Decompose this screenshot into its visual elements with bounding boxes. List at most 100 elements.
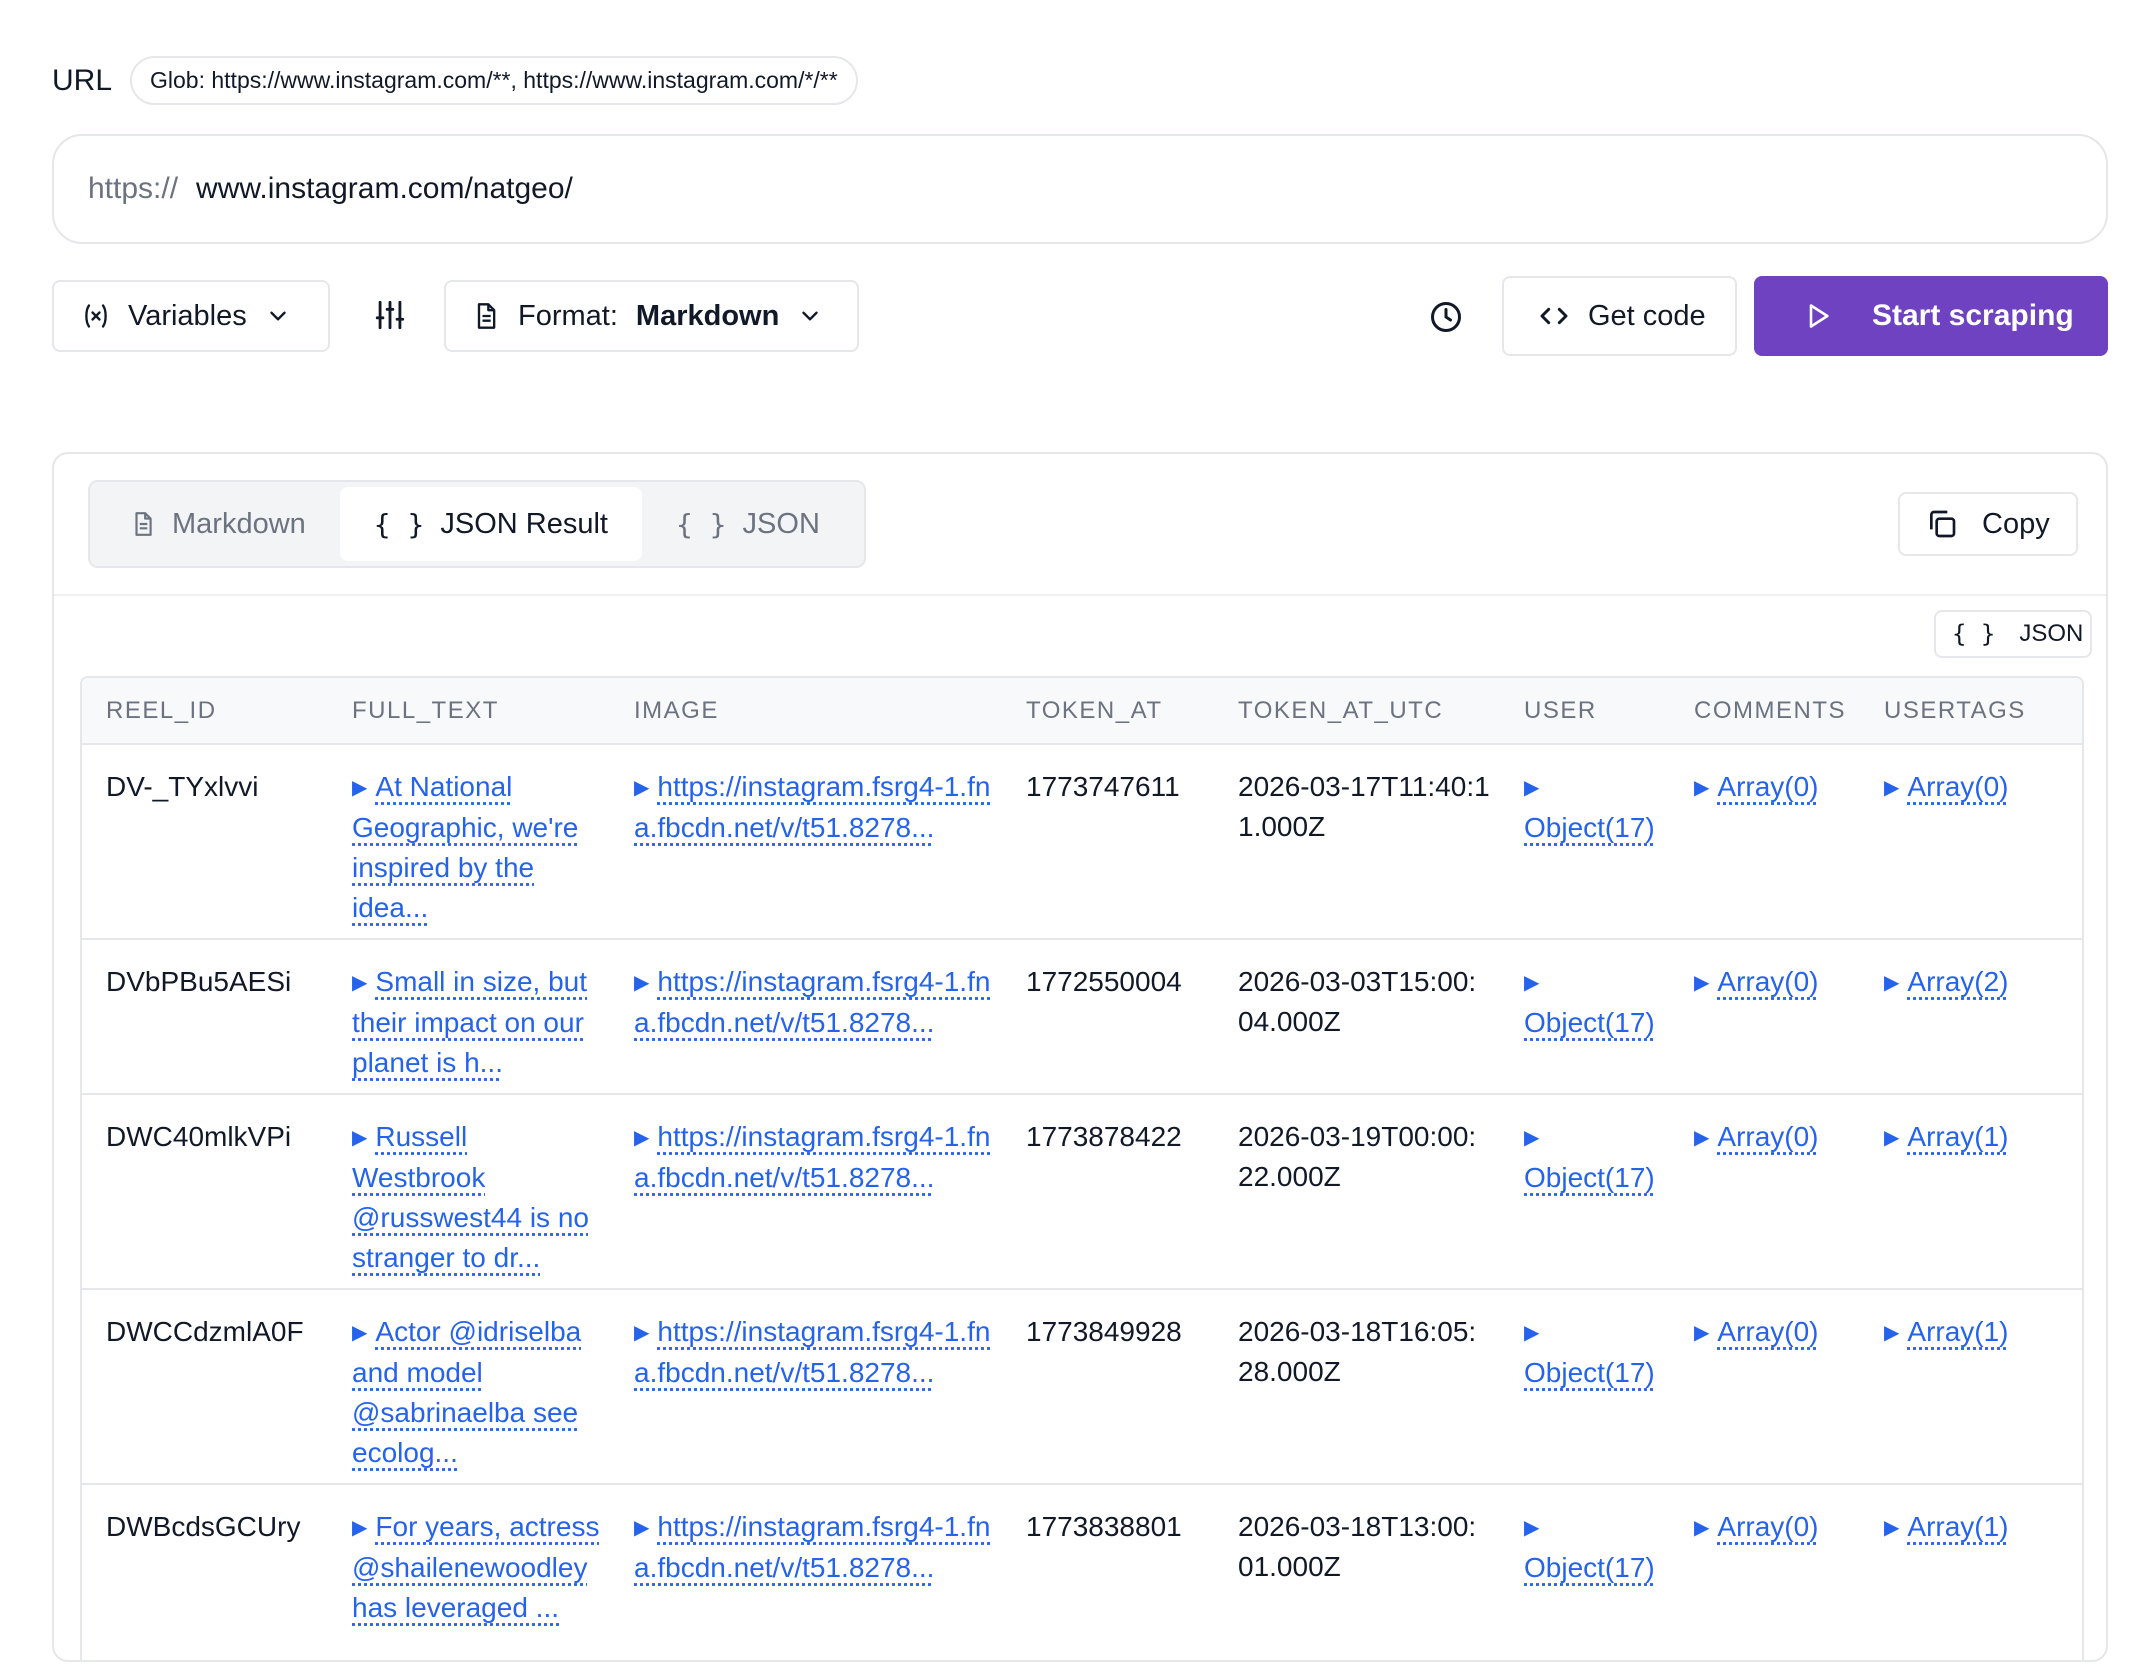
result-panel: Markdown { } JSON Result { } JSON Copy {… [52,452,2108,1662]
braces-icon: { } [373,507,425,541]
cell-user[interactable]: ▶ Object(17) [1500,1094,1670,1290]
cell-usertags[interactable]: ▶ Array(1) [1860,1484,2082,1660]
usertags-array-link[interactable]: Array(1) [1907,1511,2008,1542]
column-header: TOKEN_AT [1002,678,1214,745]
expand-triangle-icon: ▶ [634,1127,650,1149]
url-input[interactable]: https:// www.instagram.com/natgeo/ [52,134,2108,244]
cell-image[interactable]: ▶ https://instagram.fsrg4-1.fna.fbcdn.net… [610,1289,1002,1485]
user-object-link[interactable]: Object(17) [1524,1357,1655,1388]
expand-triangle-icon: ▶ [1694,1127,1710,1149]
cell-user[interactable]: ▶ Object(17) [1500,1289,1670,1485]
cell-comments[interactable]: ▶ Array(0) [1670,1094,1860,1290]
cell-reel-id: DWC40mlkVPi [82,1094,328,1290]
cell-full-text[interactable]: ▶ Actor @idriselba and model @sabrinaelba… [328,1289,610,1485]
expand-triangle-icon: ▶ [1694,1517,1710,1539]
cell-usertags[interactable]: ▶ Array(1) [1860,1289,2082,1485]
full-text-link[interactable]: For years, actress @shailenewoodley has … [352,1511,599,1623]
cell-usertags[interactable]: ▶ Array(0) [1860,744,2082,940]
comments-array-link[interactable]: Array(0) [1717,1316,1818,1347]
expand-triangle-icon: ▶ [352,1517,368,1539]
glob-pill: Glob: https://www.instagram.com/**, http… [130,56,858,105]
start-scraping-label: Start scraping [1872,299,2074,332]
format-dropdown[interactable]: Format: Markdown [444,280,859,352]
image-link[interactable]: https://instagram.fsrg4-1.fna.fbcdn.net/… [634,966,990,1038]
image-link[interactable]: https://instagram.fsrg4-1.fna.fbcdn.net/… [634,1511,990,1583]
user-object-link[interactable]: Object(17) [1524,1552,1655,1583]
settings-sliders-button[interactable] [370,290,410,340]
cell-image[interactable]: ▶ https://instagram.fsrg4-1.fna.fbcdn.net… [610,939,1002,1095]
cell-token-at: 1773747611 [1002,744,1214,940]
cell-usertags[interactable]: ▶ Array(1) [1860,1094,2082,1290]
cell-reel-id: DWBcdsGCUry [82,1484,328,1660]
expand-triangle-icon: ▶ [634,972,650,994]
usertags-array-link[interactable]: Array(0) [1907,771,2008,802]
cell-image[interactable]: ▶ https://instagram.fsrg4-1.fna.fbcdn.net… [610,1484,1002,1660]
cell-reel-id: DWCCdzmlA0F [82,1289,328,1485]
comments-array-link[interactable]: Array(0) [1717,1121,1818,1152]
get-code-button[interactable]: Get code [1502,276,1737,356]
tab-json[interactable]: { } JSON [642,487,854,561]
cell-full-text[interactable]: ▶ At National Geographic, we're inspired … [328,744,610,940]
cell-user[interactable]: ▶ Object(17) [1500,939,1670,1095]
json-view-button[interactable]: { } JSON [1934,610,2092,658]
document-icon [130,509,156,539]
variables-dropdown[interactable]: Variables [52,280,330,352]
cell-full-text[interactable]: ▶ For years, actress @shailenewoodley has… [328,1484,610,1660]
cell-usertags[interactable]: ▶ Array(2) [1860,939,2082,1095]
full-text-link[interactable]: Small in size, but their impact on our p… [352,966,587,1078]
cell-full-text[interactable]: ▶ Russell Westbrook @russwest44 is no str… [328,1094,610,1290]
cell-comments[interactable]: ▶ Array(0) [1670,939,1860,1095]
table-row: DV-_TYxlvvi ▶ At National Geographic, we'… [82,744,2082,940]
full-text-link[interactable]: Russell Westbrook @russwest44 is no stra… [352,1121,589,1273]
url-value[interactable]: www.instagram.com/natgeo/ [196,172,573,206]
cell-image[interactable]: ▶ https://instagram.fsrg4-1.fna.fbcdn.net… [610,744,1002,940]
user-object-link[interactable]: Object(17) [1524,1162,1655,1193]
sliders-icon [373,298,407,332]
clock-icon [1428,299,1464,335]
tab-json-label: JSON [742,507,820,540]
column-header: USERTAGS [1860,678,2082,745]
cell-image[interactable]: ▶ https://instagram.fsrg4-1.fna.fbcdn.net… [610,1094,1002,1290]
play-icon [1804,301,1832,331]
expand-triangle-icon: ▶ [352,1322,368,1344]
usertags-array-link[interactable]: Array(1) [1907,1316,2008,1347]
expand-triangle-icon: ▶ [634,777,650,799]
tab-markdown[interactable]: Markdown [96,487,340,561]
column-header: TOKEN_AT_UTC [1214,678,1500,745]
full-text-link[interactable]: At National Geographic, we're inspired b… [352,771,578,923]
result-table: REEL_ID FULL_TEXT IMAGE TOKEN_AT TOKEN_A… [82,678,2082,1660]
comments-array-link[interactable]: Array(0) [1717,771,1818,802]
expand-triangle-icon: ▶ [1524,1127,1540,1149]
image-link[interactable]: https://instagram.fsrg4-1.fna.fbcdn.net/… [634,771,990,843]
copy-button[interactable]: Copy [1898,492,2078,556]
result-tabs: Markdown { } JSON Result { } JSON [88,480,866,568]
full-text-link[interactable]: Actor @idriselba and model @sabrinaelba … [352,1316,581,1468]
cell-comments[interactable]: ▶ Array(0) [1670,1289,1860,1485]
start-scraping-button[interactable]: Start scraping [1754,276,2108,356]
braces-icon: { } [1952,620,1996,648]
expand-triangle-icon: ▶ [1884,1517,1900,1539]
user-object-link[interactable]: Object(17) [1524,1007,1655,1038]
comments-array-link[interactable]: Array(0) [1717,966,1818,997]
image-link[interactable]: https://instagram.fsrg4-1.fna.fbcdn.net/… [634,1316,990,1388]
cell-comments[interactable]: ▶ Array(0) [1670,744,1860,940]
image-link[interactable]: https://instagram.fsrg4-1.fna.fbcdn.net/… [634,1121,990,1193]
table-row: DVbPBu5AESi ▶ Small in size, but their im… [82,939,2082,1095]
format-prefix: Format: [518,299,618,332]
expand-triangle-icon: ▶ [1524,777,1540,799]
expand-triangle-icon: ▶ [1884,972,1900,994]
history-button[interactable] [1424,295,1468,339]
result-table-wrapper[interactable]: REEL_ID FULL_TEXT IMAGE TOKEN_AT TOKEN_A… [80,676,2084,1660]
cell-user[interactable]: ▶ Object(17) [1500,744,1670,940]
comments-array-link[interactable]: Array(0) [1717,1511,1818,1542]
user-object-link[interactable]: Object(17) [1524,812,1655,843]
usertags-array-link[interactable]: Array(2) [1907,966,2008,997]
tab-json-result[interactable]: { } JSON Result [339,487,642,561]
expand-triangle-icon: ▶ [1524,1322,1540,1344]
cell-comments[interactable]: ▶ Array(0) [1670,1484,1860,1660]
expand-triangle-icon: ▶ [1884,1127,1900,1149]
usertags-array-link[interactable]: Array(1) [1907,1121,2008,1152]
cell-full-text[interactable]: ▶ Small in size, but their impact on our … [328,939,610,1095]
cell-token-at-utc: 2026-03-17T11:40:11.000Z [1214,744,1500,940]
cell-user[interactable]: ▶ Object(17) [1500,1484,1670,1660]
